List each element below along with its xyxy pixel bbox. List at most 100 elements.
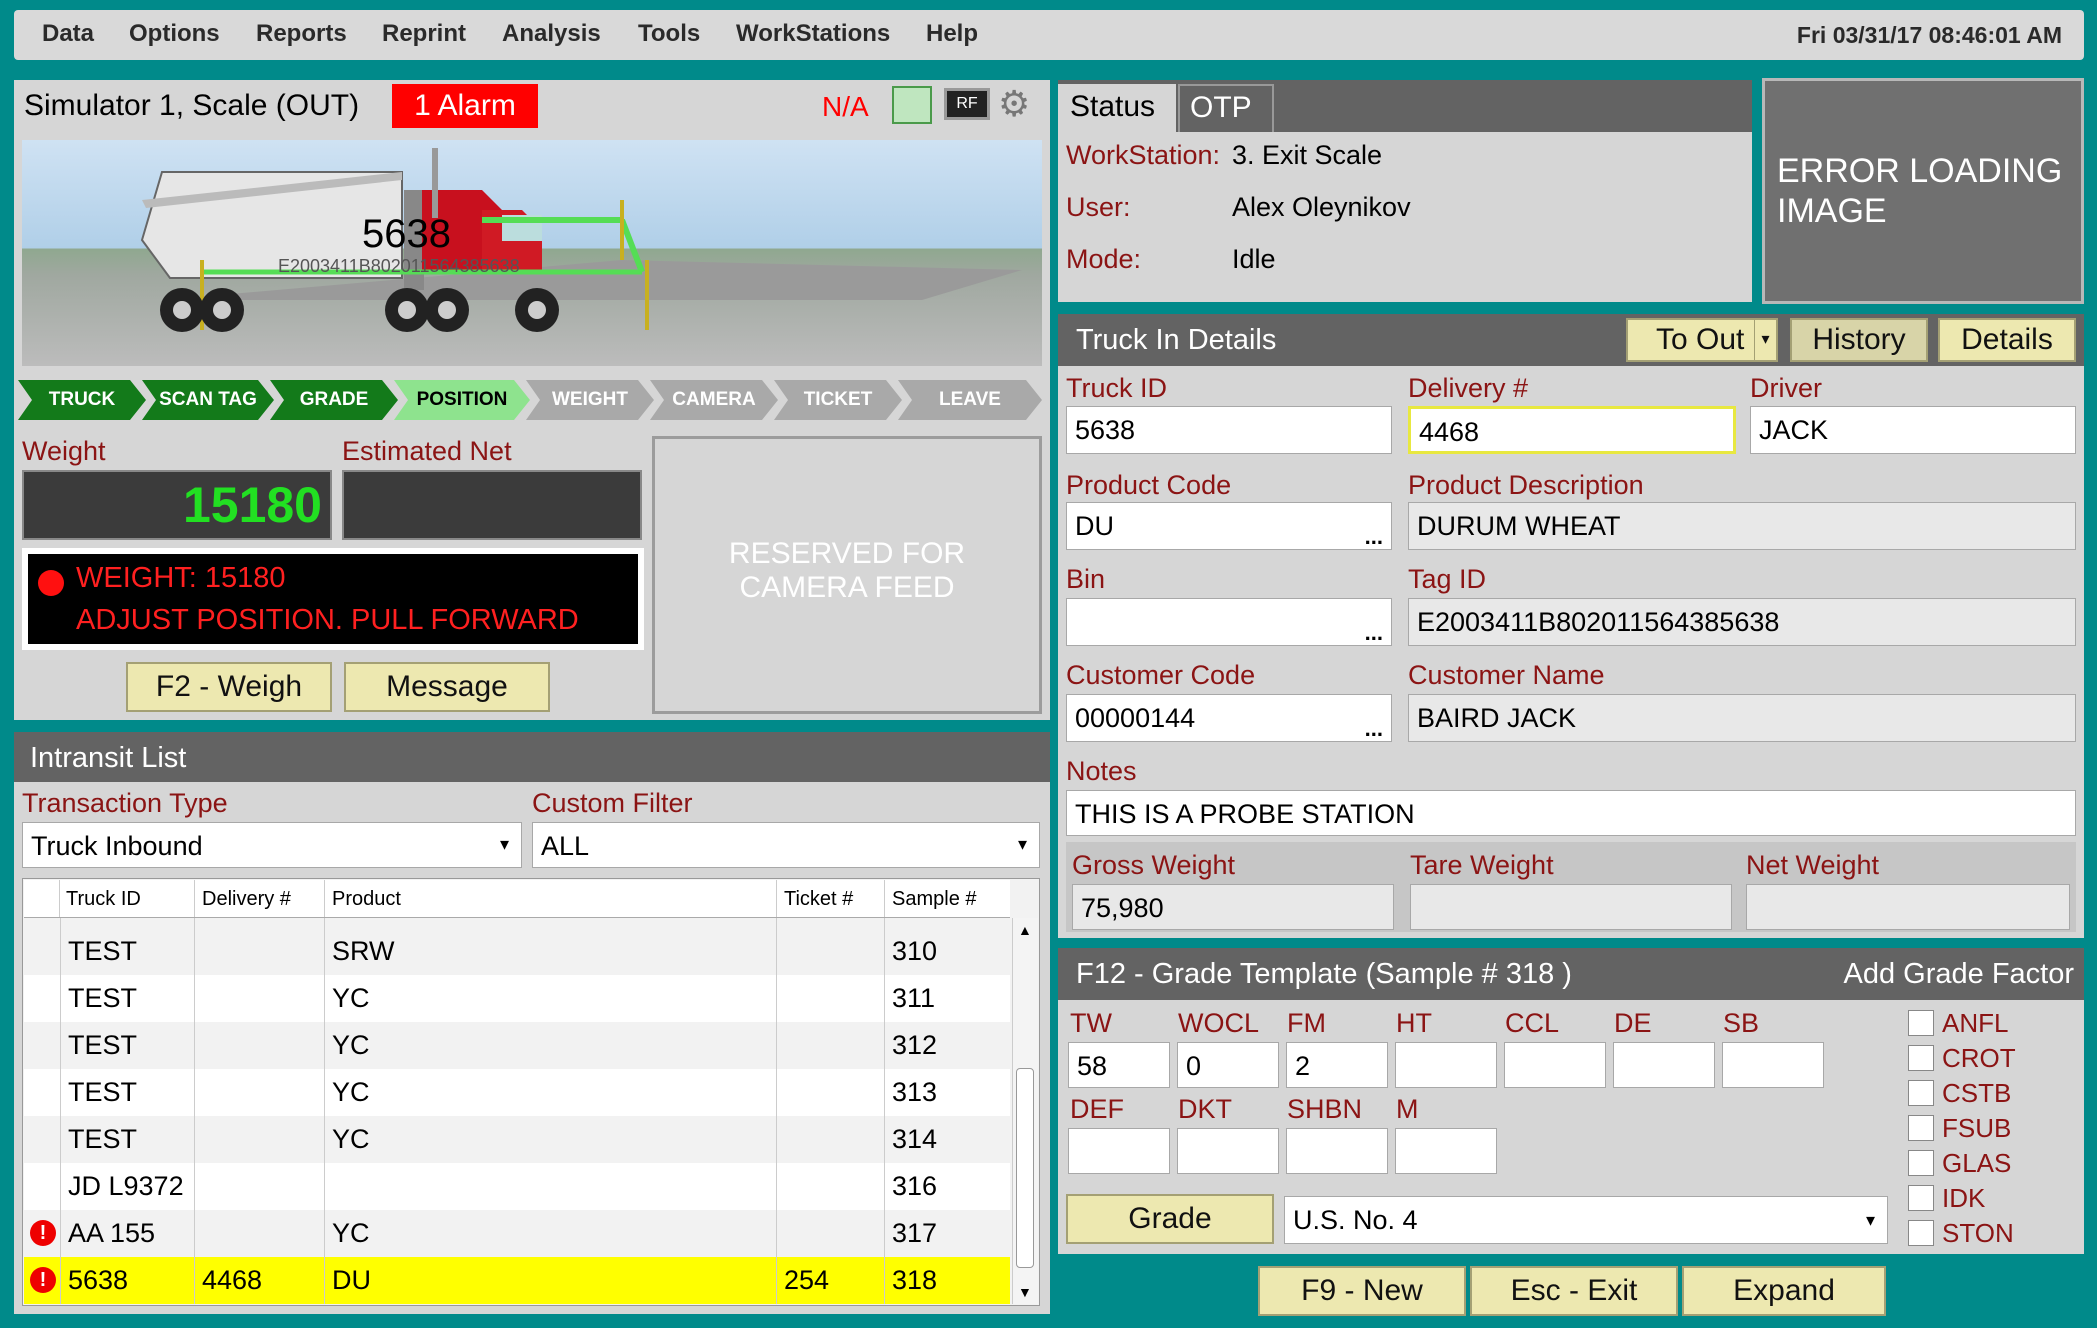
checkbox-glas[interactable] [1908, 1150, 1934, 1176]
gear-icon[interactable]: ⚙ [998, 84, 1030, 124]
factor-input-wocl[interactable]: 0 [1177, 1042, 1279, 1088]
col-delivery[interactable]: Delivery # [202, 888, 291, 911]
menu-workstations[interactable]: WorkStations [736, 20, 890, 48]
checkbox-idk[interactable] [1908, 1185, 1934, 1211]
menu-reports[interactable]: Reports [256, 20, 347, 48]
message-button[interactable]: Message [344, 662, 550, 712]
tag-id-field: E2003411B802011564385638 [1408, 598, 2076, 646]
checkbox-label-ston: STON [1942, 1218, 2014, 1248]
menu-analysis[interactable]: Analysis [502, 20, 601, 48]
scrollbar-thumb[interactable] [1016, 1068, 1034, 1268]
bin-field[interactable]: ... [1066, 598, 1392, 646]
factor-input-fm[interactable]: 2 [1286, 1042, 1388, 1088]
transaction-type-select[interactable]: Truck Inbound ▾ [22, 822, 522, 868]
grade-button[interactable]: Grade [1066, 1194, 1274, 1244]
factor-label-ccl: CCL [1505, 1008, 1560, 1038]
details-button[interactable]: Details [1938, 318, 2076, 362]
checkbox-fsub[interactable] [1908, 1115, 1934, 1141]
col-ticket[interactable]: Ticket # [784, 888, 853, 911]
dropdown-arrow-icon: ▾ [1017, 834, 1027, 854]
weight-display: 15180 [22, 470, 332, 540]
add-grade-factor-link[interactable]: Add Grade Factor [1844, 958, 2075, 991]
factor-input-ccl[interactable] [1504, 1042, 1606, 1088]
factor-input-dkt[interactable] [1177, 1128, 1279, 1174]
checkbox-anfl[interactable] [1908, 1010, 1934, 1036]
customer-code-label: Customer Code [1066, 660, 1256, 690]
scroll-down-arrow-icon[interactable]: ▼ [1018, 1284, 1032, 1300]
to-out-button[interactable]: To Out ▾ [1626, 318, 1778, 362]
col-product[interactable]: Product [332, 888, 401, 911]
driver-field[interactable]: JACK [1750, 406, 2076, 454]
scale-header: Simulator 1, Scale (OUT) 1 Alarm N/A RF … [14, 80, 1050, 132]
rf-reader-icon[interactable]: RF [944, 88, 990, 120]
estimated-net-label: Estimated Net [342, 436, 512, 466]
checkbox-label-crot: CROT [1942, 1043, 2016, 1073]
chevron-down-icon[interactable]: ▾ [1754, 320, 1776, 360]
computer-icon[interactable] [892, 86, 932, 124]
step-grade: GRADE [270, 380, 398, 420]
alert-dot-icon [38, 570, 64, 596]
weight-label: Weight [22, 436, 106, 466]
customer-code-field[interactable]: 00000144 ... [1066, 694, 1392, 742]
table-row-selected[interactable]: ! 5638 4468 DU 254 318 [24, 1257, 1010, 1304]
factor-input-tw[interactable]: 58 [1068, 1042, 1170, 1088]
history-button[interactable]: History [1790, 318, 1928, 362]
new-button[interactable]: F9 - New [1258, 1266, 1466, 1316]
checkbox-cstb[interactable] [1908, 1080, 1934, 1106]
col-sample[interactable]: Sample # [892, 888, 977, 911]
step-camera: CAMERA [650, 380, 778, 420]
camera-feed-placeholder: RESERVED FOR CAMERA FEED [652, 436, 1042, 714]
menu-options[interactable]: Options [129, 20, 220, 48]
menu-reprint[interactable]: Reprint [382, 20, 466, 48]
cell-sample: 312 [892, 1030, 938, 1060]
alarm-badge[interactable]: 1 Alarm [392, 84, 538, 128]
factor-input-ht[interactable] [1395, 1042, 1497, 1088]
exit-button[interactable]: Esc - Exit [1470, 1266, 1678, 1316]
notes-field[interactable]: THIS IS A PROBE STATION [1066, 790, 2076, 836]
cell-product: YC [332, 983, 370, 1013]
datetime-display: Fri 03/31/17 08:46:01 AM [1796, 22, 2062, 48]
menu-data[interactable]: Data [42, 20, 94, 48]
delivery-field[interactable]: 4468 [1408, 406, 1736, 454]
grade-select[interactable]: U.S. No. 4 ▾ [1284, 1196, 1888, 1244]
factor-input-m[interactable] [1395, 1128, 1497, 1174]
lookup-dots-icon[interactable]: ... [1365, 622, 1383, 644]
menu-help[interactable]: Help [926, 20, 978, 48]
weigh-button[interactable]: F2 - Weigh [126, 662, 332, 712]
tab-otp[interactable]: OTP [1178, 84, 1274, 132]
table-scrollbar[interactable]: ▲ ▼ [1012, 918, 1038, 1304]
menu-tools[interactable]: Tools [638, 20, 700, 48]
table-row[interactable]: TEST YC 312 [24, 1022, 1010, 1069]
factor-input-de[interactable] [1613, 1042, 1715, 1088]
tab-status[interactable]: Status [1058, 84, 1176, 132]
truck-id-field[interactable]: 5638 [1066, 406, 1392, 454]
truck-tag-label: E2003411B802011564385638 [278, 256, 520, 276]
truck-details-header: Truck In Details [1058, 314, 2084, 366]
table-row[interactable]: TEST YC 314 [24, 1116, 1010, 1163]
table-header: Truck ID Delivery # Product Ticket # Sam… [24, 880, 1010, 918]
table-row[interactable]: JD L9372 316 [24, 1163, 1010, 1210]
factor-input-sb[interactable] [1722, 1042, 1824, 1088]
table-row[interactable]: ! AA 155 YC 317 [24, 1210, 1010, 1257]
col-truck-id[interactable]: Truck ID [66, 888, 141, 911]
product-desc-field: DURUM WHEAT [1408, 502, 2076, 550]
gross-weight-field: 75,980 [1072, 884, 1394, 930]
factor-label-ht: HT [1396, 1008, 1432, 1038]
checkbox-ston[interactable] [1908, 1220, 1934, 1246]
table-row[interactable]: TEST YC 311 [24, 975, 1010, 1022]
table-row[interactable]: TEST YC 313 [24, 1069, 1010, 1116]
lookup-dots-icon[interactable]: ... [1365, 718, 1383, 740]
scroll-up-arrow-icon[interactable]: ▲ [1018, 922, 1032, 938]
cell-truck-id: AA 155 [68, 1218, 156, 1248]
expand-button[interactable]: Expand [1682, 1266, 1886, 1316]
product-code-field[interactable]: DU ... [1066, 502, 1392, 550]
step-scan-tag: SCAN TAG [142, 380, 274, 420]
cell-sample: 317 [892, 1218, 938, 1248]
lookup-dots-icon[interactable]: ... [1365, 526, 1383, 548]
message-line-2: ADJUST POSITION. PULL FORWARD [76, 604, 579, 636]
factor-input-shbn[interactable] [1286, 1128, 1388, 1174]
factor-input-def[interactable] [1068, 1128, 1170, 1174]
checkbox-crot[interactable] [1908, 1045, 1934, 1071]
custom-filter-select[interactable]: ALL ▾ [532, 822, 1040, 868]
table-row[interactable]: TEST SRW 310 [24, 928, 1010, 975]
